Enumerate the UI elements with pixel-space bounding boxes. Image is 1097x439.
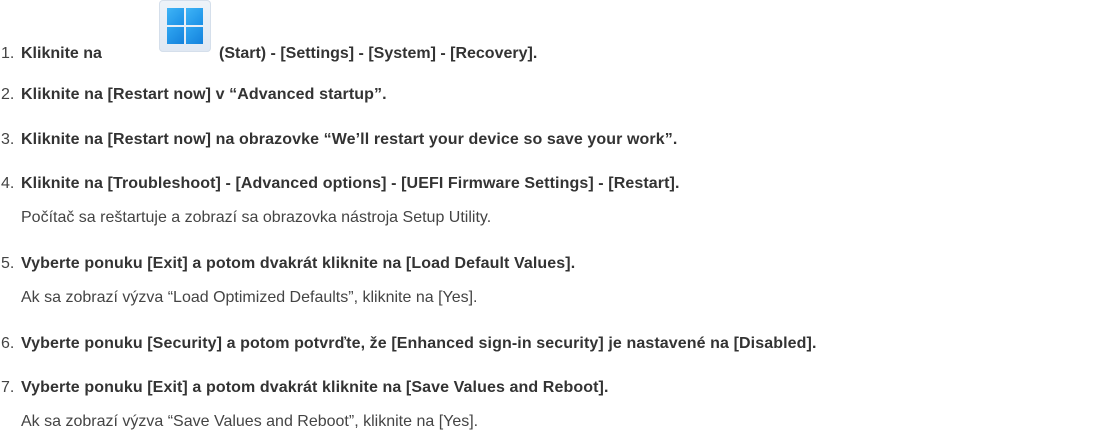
list-item-step-1: 1. Kliknite na (Start) - [Settings] - [S… [0, 0, 1097, 62]
step-text: Vyberte ponuku [Exit] a potom dvakrát kl… [21, 255, 576, 272]
step-number: 1. [1, 45, 15, 62]
step-number: 4. [1, 175, 15, 192]
step-text: Vyberte ponuku [Exit] a potom dvakrát kl… [21, 379, 609, 396]
step-number: 5. [1, 255, 15, 272]
step-note: Ak sa zobrazí výzva “Load Optimized Defa… [21, 289, 478, 306]
windows-logo-pane [167, 8, 184, 25]
step-note: Ak sa zobrazí výzva “Save Values and Reb… [21, 413, 479, 430]
windows-logo-pane [186, 27, 203, 44]
windows-logo-pane [167, 27, 184, 44]
list-item-step-2: 2. Kliknite na [Restart now] v “Advanced… [0, 86, 1097, 110]
list-item-step-3: 3. Kliknite na [Restart now] na obrazovk… [0, 131, 1097, 155]
list-item-step-4: 4. Kliknite na [Troubleshoot] - [Advance… [0, 175, 1097, 233]
step-text: Kliknite na [Troubleshoot] - [Advanced o… [21, 175, 680, 192]
step-number: 6. [1, 335, 15, 352]
step-text: Vyberte ponuku [Security] a potom potvrď… [21, 335, 817, 352]
step-number: 2. [1, 86, 15, 103]
step-number: 7. [1, 379, 15, 396]
list-item-step-7: 7. Vyberte ponuku [Exit] a potom dvakrát… [0, 379, 1097, 437]
list-item-step-5: 5. Vyberte ponuku [Exit] a potom dvakrát… [0, 255, 1097, 313]
windows-start-icon [159, 0, 211, 52]
step-text-before-icon: Kliknite na [21, 45, 102, 62]
step-text: Kliknite na [Restart now] na obrazovke “… [21, 131, 678, 148]
step-text-after-icon: (Start) - [Settings] - [System] - [Recov… [219, 45, 538, 62]
step-text: Kliknite na [Restart now] v “Advanced st… [21, 86, 387, 103]
step-number: 3. [1, 131, 15, 148]
step-note: Počítač sa reštartuje a zobrazí sa obraz… [21, 209, 492, 226]
windows-logo-pane [186, 8, 203, 25]
list-item-step-6: 6. Vyberte ponuku [Security] a potom pot… [0, 335, 1097, 359]
